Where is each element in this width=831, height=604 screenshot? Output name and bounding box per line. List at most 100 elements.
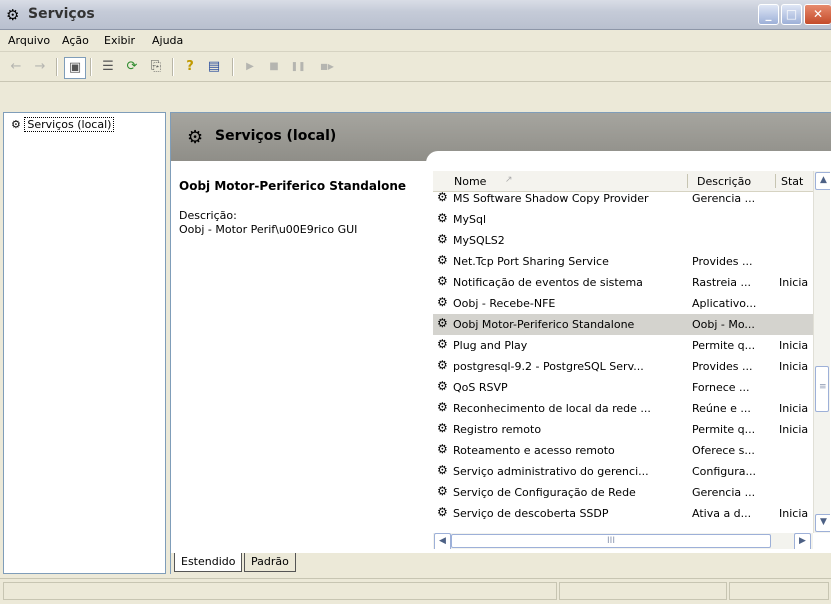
vertical-scroll-thumb[interactable]: ≡	[815, 366, 829, 412]
table-row[interactable]: ⚙ Plug and Play Permite q... Inicia	[433, 335, 813, 356]
table-row[interactable]: ⚙ MySQLS2	[433, 230, 813, 251]
toolbar: ← → ▣ ☰ ⟳ ⎘ ? ▤ ▶ ■ ❚❚ ■▶	[0, 52, 831, 82]
service-gear-icon: ⚙	[437, 232, 448, 246]
service-gear-icon: ⚙	[437, 253, 448, 267]
service-name-cell: Reconhecimento de local da rede ...	[453, 402, 651, 415]
table-row[interactable]: ⚙ Roteamento e acesso remoto Oferece s...	[433, 440, 813, 461]
service-description-cell: Gerencia ...	[692, 192, 756, 205]
tree-node-label: Serviços (local)	[24, 117, 115, 132]
restart-icon[interactable]: ■▶	[314, 57, 340, 77]
service-gear-icon: ⚙	[437, 316, 448, 330]
back-icon[interactable]: ←	[6, 57, 26, 77]
services-list: Nome ↗ Descrição Stat ⚙ MS Software Shado…	[433, 171, 830, 549]
service-name-cell: MySql	[453, 213, 487, 226]
forward-icon[interactable]: →	[30, 57, 50, 77]
tab-padrao[interactable]: Padrão	[244, 553, 296, 572]
service-gear-icon: ⚙	[437, 505, 448, 519]
column-header-status[interactable]: Stat	[781, 175, 803, 188]
play-icon[interactable]: ▶	[240, 57, 260, 77]
toolbar-separator	[56, 58, 58, 76]
service-description-cell: Reúne e ...	[692, 402, 751, 415]
scroll-down-button[interactable]: ▼	[815, 514, 830, 532]
column-separator[interactable]	[687, 174, 688, 188]
service-gear-icon: ⚙	[437, 211, 448, 225]
service-gear-icon: ⚙	[437, 337, 448, 351]
header-curve	[426, 151, 831, 163]
toolbar-separator	[90, 58, 92, 76]
table-row[interactable]: ⚙ QoS RSVP Fornece ...	[433, 377, 813, 398]
toolbar-separator	[172, 58, 174, 76]
service-description-cell: Gerencia ...	[692, 486, 756, 499]
service-status-cell: Inicia	[779, 507, 809, 520]
service-description-cell: Provides ...	[692, 255, 753, 268]
menu-acao[interactable]: Ação	[62, 34, 89, 47]
service-status-cell: Inicia	[779, 276, 809, 289]
service-status-cell: Inicia	[779, 339, 809, 352]
console-icon[interactable]: ▤	[204, 57, 224, 77]
description-text: Oobj - Motor Perif\u00E9rico GUI	[179, 223, 358, 236]
horizontal-scrollbar[interactable]: ◀ III ▶	[433, 533, 813, 549]
refresh-icon[interactable]: ⟳	[122, 57, 142, 77]
service-name-cell: Roteamento e acesso remoto	[453, 444, 615, 457]
service-description-cell: Permite q...	[692, 339, 756, 352]
close-button[interactable]: ✕	[804, 4, 831, 25]
column-header-nome[interactable]: Nome	[454, 175, 486, 188]
pause-icon[interactable]: ❚❚	[288, 57, 308, 77]
scroll-up-button[interactable]: ▲	[815, 172, 830, 190]
table-row[interactable]: ⚙ Registro remoto Permite q... Inicia	[433, 419, 813, 440]
service-description-cell: Oobj - Mo...	[692, 318, 755, 331]
service-gear-icon: ⚙	[437, 484, 448, 498]
service-status-cell: Inicia	[779, 423, 809, 436]
service-status-cell: Inicia	[779, 402, 809, 415]
scroll-right-button[interactable]: ▶	[794, 533, 811, 549]
export-list-icon[interactable]: ⎘	[146, 57, 166, 77]
column-header-descricao[interactable]: Descrição	[697, 175, 751, 188]
horizontal-scroll-thumb[interactable]: III	[451, 534, 771, 548]
table-row[interactable]: ⚙ Serviço de descoberta SSDP Ativa a d... I…	[433, 503, 813, 524]
table-row[interactable]: ⚙ MySql	[433, 209, 813, 230]
table-row[interactable]: ⚙ Net.Tcp Port Sharing Service Provides ..…	[433, 251, 813, 272]
services-gear-icon: ⚙	[187, 127, 204, 148]
service-name-cell: Notificação de eventos de sistema	[453, 276, 643, 289]
table-row[interactable]: ⚙ Serviço de Configuração de Rede Gerencia…	[433, 482, 813, 503]
maximize-button[interactable]: □	[781, 4, 802, 25]
scroll-left-button[interactable]: ◀	[434, 533, 451, 549]
properties-icon[interactable]: ☰	[98, 57, 118, 77]
vertical-scrollbar[interactable]: ▲ ≡ ▼	[813, 171, 830, 533]
table-row[interactable]: ⚙ Serviço administrativo do gerenci... Con…	[433, 461, 813, 482]
table-row[interactable]: ⚙ Reconhecimento de local da rede ... Reún…	[433, 398, 813, 419]
service-name-cell: Plug and Play	[453, 339, 528, 352]
menu-exibir[interactable]: Exibir	[104, 34, 135, 47]
help-icon[interactable]: ?	[180, 57, 200, 77]
details-pane: ⚙ Serviços (local) Oobj Motor-Periferico…	[170, 112, 831, 575]
status-panel	[559, 582, 727, 600]
service-description-cell: Configura...	[692, 465, 757, 478]
table-row[interactable]: ⚙ Oobj - Recebe-NFE Aplicativo...	[433, 293, 813, 314]
column-separator[interactable]	[775, 174, 776, 188]
minimize-button[interactable]: _	[758, 4, 779, 25]
table-row[interactable]: ⚙ Notificação de eventos de sistema Rastre…	[433, 272, 813, 293]
selected-service-name: Oobj Motor-Periferico Standalone	[179, 179, 407, 193]
title-bar: ⚙ Serviços _ □ ✕	[0, 0, 831, 30]
sort-arrow-icon: ↗	[505, 175, 513, 185]
menu-arquivo[interactable]: Arquivo	[8, 34, 50, 47]
table-row[interactable]: ⚙ MS Software Shadow Copy Provider Gerenci…	[433, 188, 813, 209]
service-name-cell: MS Software Shadow Copy Provider	[453, 192, 649, 205]
service-gear-icon: ⚙	[437, 379, 448, 393]
toolbar-separator	[232, 58, 234, 76]
menu-ajuda[interactable]: Ajuda	[152, 34, 183, 47]
service-description-cell: Aplicativo...	[692, 297, 757, 310]
menu-bar: Arquivo Ação Exibir Ajuda	[0, 30, 831, 52]
tab-estendido[interactable]: Estendido	[174, 553, 243, 572]
description-panel: Oobj Motor-Periferico Standalone Descriç…	[171, 161, 426, 553]
show-hide-tree-icon[interactable]: ▣	[64, 57, 86, 79]
service-name-cell: Serviço administrativo do gerenci...	[453, 465, 649, 478]
service-description-cell: Fornece ...	[692, 381, 750, 394]
tree-node-services-local[interactable]: ⚙ Serviços (local)	[11, 117, 115, 132]
table-row[interactable]: ⚙ Oobj Motor-Periferico Standalone Oobj - …	[433, 314, 813, 335]
table-row[interactable]: ⚙ postgresql-9.2 - PostgreSQL Serv... Prov…	[433, 356, 813, 377]
service-gear-icon: ⚙	[437, 358, 448, 372]
stop-icon[interactable]: ■	[264, 57, 284, 77]
view-tabs: Estendido Padrão	[171, 553, 831, 575]
service-name-cell: Oobj - Recebe-NFE	[453, 297, 556, 310]
